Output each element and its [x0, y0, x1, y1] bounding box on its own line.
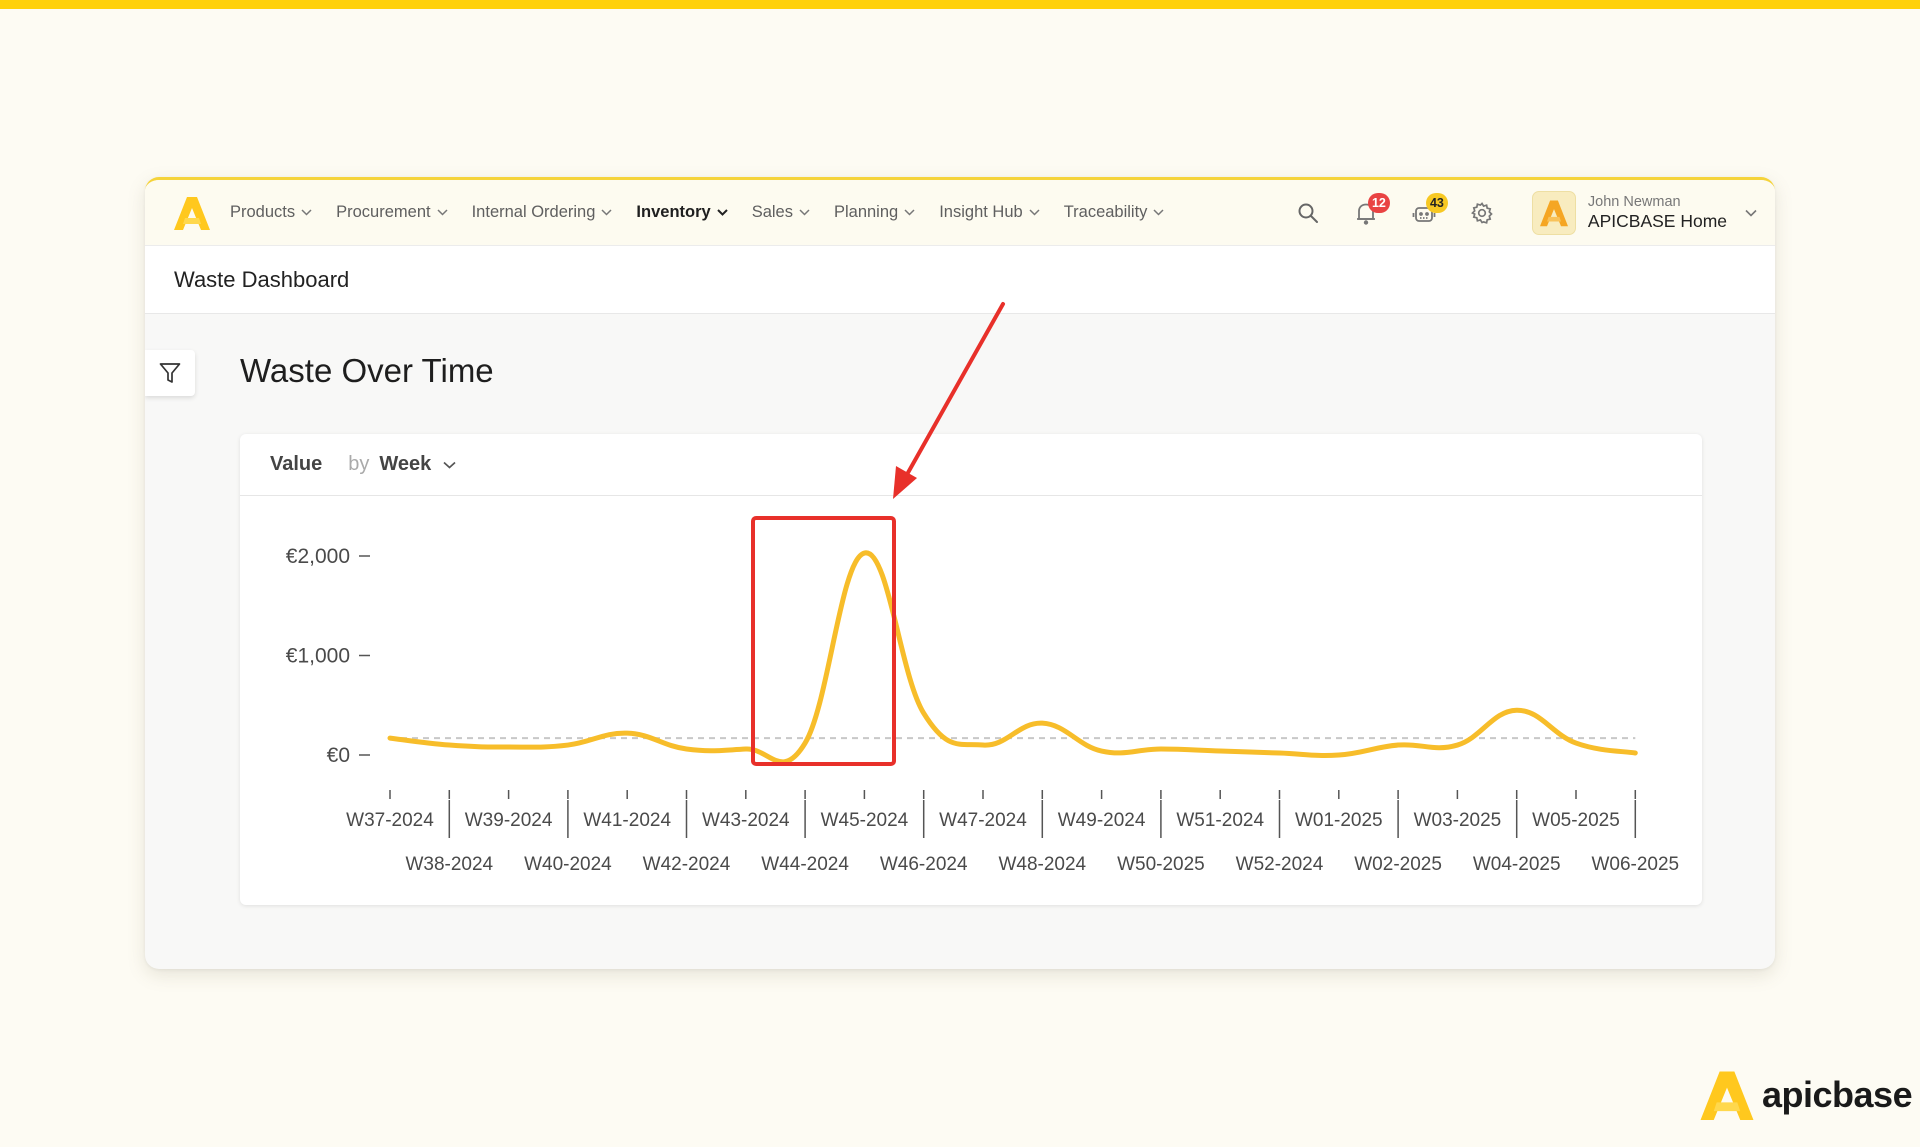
nav-item-insight-hub[interactable]: Insight Hub	[939, 203, 1040, 222]
chevron-down-icon	[301, 209, 312, 216]
x-tick-label: W48-2024	[998, 854, 1086, 875]
x-tick-label: W52-2024	[1236, 854, 1324, 875]
section-title: Waste Over Time	[240, 352, 494, 389]
x-tick-label: W06-2025	[1591, 854, 1679, 875]
x-tick-label: W39-2024	[465, 810, 553, 831]
x-tick-label: W43-2024	[702, 810, 790, 831]
x-tick-label: W04-2025	[1473, 854, 1561, 875]
nav-item-products[interactable]: Products	[230, 203, 312, 222]
chevron-down-icon	[437, 209, 448, 216]
page-title: Waste Dashboard	[174, 266, 350, 292]
nav-item-traceability[interactable]: Traceability	[1064, 203, 1165, 222]
user-menu[interactable]: John Newman APICBASE Home	[1531, 191, 1757, 235]
nav-item-label: Procurement	[336, 203, 431, 221]
x-tick-label: W01-2025	[1295, 810, 1383, 831]
chevron-down-icon	[904, 209, 915, 216]
chart-card: Value by Week €0 €1,000 €2,000 W37-2024 W38-…	[240, 434, 1702, 905]
x-tick-label: W05-2025	[1532, 810, 1620, 831]
apicbase-logo-icon[interactable]	[172, 193, 212, 233]
brand-name: apicbase	[1762, 1074, 1913, 1115]
x-tick-label: W46-2024	[880, 854, 968, 875]
user-name: John Newman	[1587, 193, 1681, 210]
nav-actions: 12 43 John Newman APICBASE Home	[1272, 180, 1757, 246]
gear-icon	[1470, 202, 1493, 224]
x-tick-label: W44-2024	[761, 854, 849, 875]
nav-item-sales[interactable]: Sales	[752, 203, 810, 222]
waste-line-chart: €0 €1,000 €2,000 W37-2024 W38-2024 W39-2024 W4…	[286, 545, 1679, 875]
app-window: Products Procurement Internal Ordering Inve…	[145, 177, 1775, 969]
nav-item-inventory[interactable]: Inventory	[636, 203, 728, 222]
y-tick-label: €0	[327, 744, 350, 767]
x-tick-label: W47-2024	[939, 810, 1027, 831]
x-tick-label: W37-2024	[346, 810, 434, 831]
x-tick-label: W41-2024	[583, 810, 671, 831]
notifications-badge: 12	[1367, 193, 1390, 213]
assistant-badge: 43	[1425, 193, 1448, 213]
nav-item-label: Inventory	[636, 203, 711, 221]
x-tick-label: W49-2024	[1058, 810, 1146, 831]
x-tick-label: W03-2025	[1414, 810, 1502, 831]
x-tick-label: W02-2025	[1354, 854, 1442, 875]
x-tick-label: W51-2024	[1176, 810, 1264, 831]
brand-accent-strip	[0, 0, 1920, 9]
chevron-down-icon	[1153, 209, 1164, 216]
nav-item-procurement[interactable]: Procurement	[336, 203, 448, 222]
series-line-value	[387, 550, 1638, 765]
nav-item-planning[interactable]: Planning	[834, 203, 915, 222]
y-tick-label: €1,000	[286, 645, 350, 668]
notifications-button[interactable]: 12	[1344, 191, 1390, 235]
assistant-button[interactable]: 43	[1402, 191, 1448, 235]
x-tick-label: W40-2024	[524, 854, 612, 875]
nav-item-label: Planning	[833, 203, 899, 221]
nav-item-label: Internal Ordering	[471, 203, 596, 221]
chevron-down-icon	[716, 209, 728, 216]
organization-avatar	[1531, 191, 1576, 235]
y-tick-label: €2,000	[286, 545, 350, 568]
page-header: Waste Dashboard	[145, 246, 1775, 314]
chevron-down-icon	[601, 209, 612, 216]
chevron-down-icon	[1745, 209, 1757, 217]
chevron-down-icon	[1029, 209, 1040, 216]
nav-menu: Products Procurement Internal Ordering Inve…	[230, 203, 1188, 222]
filter-icon	[159, 363, 181, 383]
nav-item-label: Products	[230, 203, 296, 221]
chevron-down-icon	[799, 209, 810, 216]
nav-item-label: Traceability	[1063, 203, 1148, 221]
organization-name: APICBASE Home	[1587, 211, 1727, 232]
x-tick-label: W42-2024	[643, 854, 731, 875]
x-tick-label: W50-2025	[1117, 854, 1205, 875]
apicbase-logo-icon	[1700, 1071, 1754, 1120]
search-button[interactable]	[1286, 191, 1330, 235]
x-tick-label: W38-2024	[405, 854, 493, 875]
settings-button[interactable]	[1460, 191, 1504, 235]
filter-button[interactable]	[145, 350, 195, 396]
nav-item-label: Sales	[751, 203, 793, 221]
top-navigation: Products Procurement Internal Ordering Inve…	[145, 180, 1775, 246]
brand-footer: apicbase	[1700, 1070, 1913, 1120]
nav-item-internal-ordering[interactable]: Internal Ordering	[472, 203, 613, 222]
nav-item-label: Insight Hub	[939, 203, 1023, 221]
x-tick-label: W45-2024	[821, 810, 909, 831]
search-icon	[1298, 203, 1318, 223]
